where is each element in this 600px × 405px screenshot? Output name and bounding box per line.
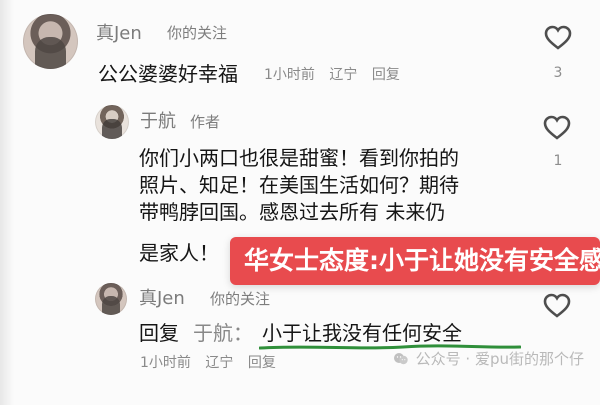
follow-tag: 你的关注 [167,24,228,42]
avatar-zhenjen[interactable] [95,283,127,315]
reply-meta: 1小时前 辽宁 回复 [140,356,286,370]
author-tag: 作者 [190,113,221,131]
avatar-zhenjen[interactable] [23,14,78,69]
comment-location: 辽宁 [329,67,358,83]
reply-target[interactable]: 于航： [193,320,253,347]
watermark: 公众号 · 爱pu街的那个仔 [392,350,584,368]
reply-line-2: 照片、知足！在美国生活如何？期待 [139,173,459,197]
watermark-text: 公众号 · 爱pu街的那个仔 [415,349,584,368]
reply-line-4: 是家人！ [139,241,219,265]
comment-screenshot: 真Jen 你的关注 公公婆婆好幸福 1小时前 辽宁 回复 3 于航 作者 你们小… [0,0,600,405]
username-yuhang[interactable]: 于航 [140,113,176,131]
heart-outline-icon[interactable] [543,293,571,318]
follow-tag: 你的关注 [210,290,271,308]
username-zhenjen[interactable]: 真Jen [96,25,142,43]
reply-button[interactable]: 回复 [372,67,400,83]
reply-line-1: 你们小两口也很是甜蜜！看到你拍的 [139,146,459,170]
reply-location: 辽宁 [205,355,234,371]
heart-outline-icon[interactable] [543,115,571,140]
username-zhenjen[interactable]: 真Jen [139,290,185,308]
like-count: 1 [553,153,563,169]
left-edge-shadow [0,0,14,405]
wechat-icon [393,353,408,365]
avatar-yuhang[interactable] [95,105,129,139]
comment-meta: 1小时前 辽宁 回复 [264,68,410,82]
heart-outline-icon[interactable] [544,25,572,50]
reply-prefix: 回复 [139,321,179,345]
comment-time: 1小时前 [264,67,315,83]
reply-line-3: 带鸭脖回国。感恩过去所有 未来仍 [139,200,446,224]
comment-text: 公公婆婆好幸福 [98,62,238,86]
reply-button[interactable]: 回复 [248,355,276,371]
commentary-banner: 华女士态度:小于让她没有安全感 [230,237,600,285]
reply-time: 1小时前 [140,355,191,371]
like-count: 3 [553,65,563,81]
